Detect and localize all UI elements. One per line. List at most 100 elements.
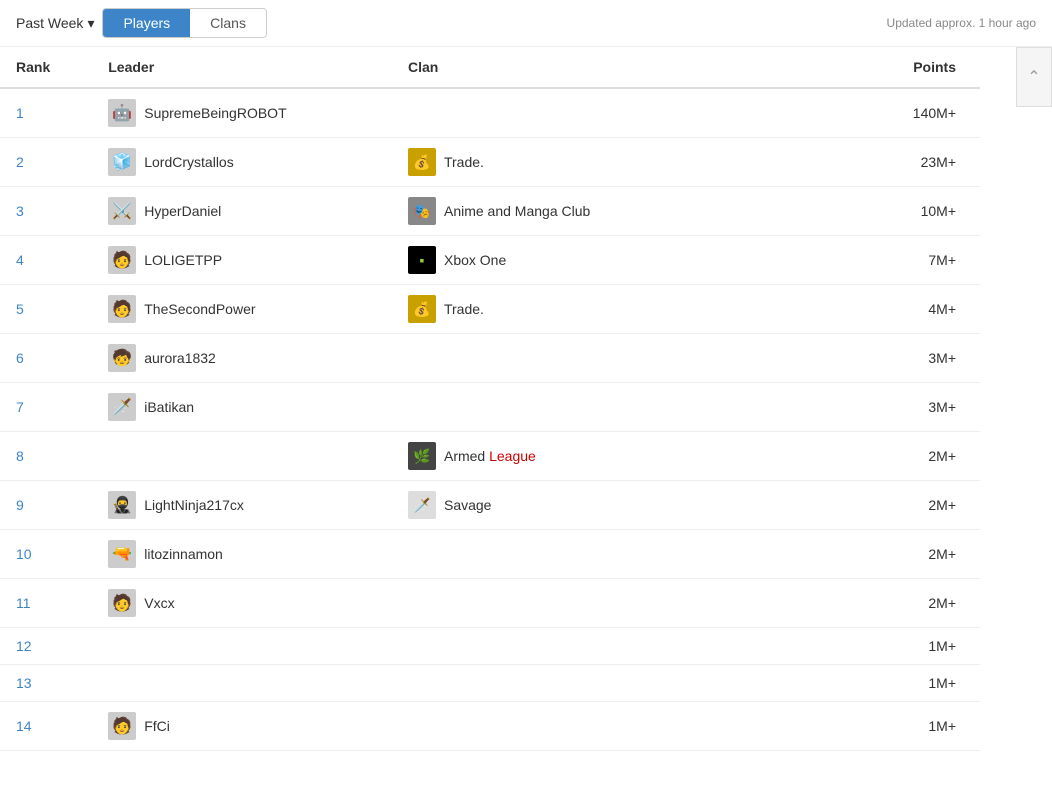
table-row: 9🥷LightNinja217cx🗡️Savage2M+ [0, 481, 980, 530]
avatar: 🧑 [108, 712, 136, 740]
table-row: 5 🧑 TheSecondPower 💰 Trade. 4M+ [0, 285, 980, 334]
avatar: 🤖 [108, 99, 136, 127]
clan-icon: 🗡️ [408, 491, 436, 519]
clan-icon: 💰 [408, 295, 436, 323]
avatar: ⚔️ [108, 197, 136, 225]
points-cell: 3M+ [830, 383, 980, 432]
period-selector[interactable]: Past Week ▾ [16, 15, 94, 32]
clan-name: Armed League [444, 448, 536, 464]
avatar: 🧑 [108, 589, 136, 617]
updated-text: Updated approx. 1 hour ago [887, 16, 1036, 30]
rank-cell: 1 [0, 88, 92, 138]
table-row: 10🔫litozinnamon2M+ [0, 530, 980, 579]
clan-cell: 💰 Trade. [392, 285, 830, 334]
leader-cell: 🧑 TheSecondPower [92, 285, 392, 334]
points-cell: 4M+ [830, 285, 980, 334]
tab-clans[interactable]: Clans [190, 9, 266, 37]
clan-cell [392, 383, 830, 432]
table-row: 1🤖SupremeBeingROBOT140M+ [0, 88, 980, 138]
tab-group: Players Clans [102, 8, 266, 38]
rank-cell: 13 [0, 665, 92, 702]
table-row: 6 🧒 aurora1832 3M+ [0, 334, 980, 383]
leader-cell: 🧑 FfCi [92, 702, 392, 751]
points-cell: 1M+ [830, 702, 980, 751]
leader-name: iBatikan [144, 399, 194, 415]
clan-icon: 💰 [408, 148, 436, 176]
clan-name: Savage [444, 497, 491, 513]
leader-name: TheSecondPower [144, 301, 255, 317]
col-clan: Clan [392, 47, 830, 88]
clan-cell [392, 665, 830, 702]
clan-name: Trade. [444, 154, 484, 170]
leader-cell: 🤖 SupremeBeingROBOT [92, 88, 392, 138]
table-body: 1🤖SupremeBeingROBOT140M+2🧊LordCrystallos… [0, 88, 980, 751]
clan-cell [392, 702, 830, 751]
leader-name: HyperDaniel [144, 203, 221, 219]
leader-cell [92, 628, 392, 665]
leader-cell: 🥷 LightNinja217cx [92, 481, 392, 530]
points-cell: 2M+ [830, 579, 980, 628]
points-cell: 1M+ [830, 628, 980, 665]
points-cell: 2M+ [830, 432, 980, 481]
leader-cell: 🧑LOLIGETPP [92, 236, 392, 285]
table-row: 7🗡️iBatikan3M+ [0, 383, 980, 432]
clan-cell: ▪ Xbox One [392, 236, 830, 285]
leader-cell: 🧊LordCrystallos [92, 138, 392, 187]
col-points: Points [830, 47, 980, 88]
top-left: Past Week ▾ Players Clans [16, 8, 267, 38]
points-cell: 7M+ [830, 236, 980, 285]
scroll-top-button[interactable]: ⌃ [1016, 47, 1052, 107]
leader-name: FfCi [144, 718, 170, 734]
tab-players[interactable]: Players [103, 9, 190, 37]
leader-name: LOLIGETPP [144, 252, 222, 268]
leader-cell [92, 665, 392, 702]
table-row: 12 1M+ [0, 628, 980, 665]
col-leader: Leader [92, 47, 392, 88]
clan-icon: 🎭 [408, 197, 436, 225]
leader-name: SupremeBeingROBOT [144, 105, 286, 121]
avatar: 🧒 [108, 344, 136, 372]
clan-name: Anime and Manga Club [444, 203, 590, 219]
table-row: 14🧑FfCi1M+ [0, 702, 980, 751]
rank-cell: 12 [0, 628, 92, 665]
clan-name: Trade. [444, 301, 484, 317]
leader-name: litozinnamon [144, 546, 223, 562]
rank-cell: 7 [0, 383, 92, 432]
leader-name: aurora1832 [144, 350, 216, 366]
rank-cell: 4 [0, 236, 92, 285]
points-cell: 10M+ [830, 187, 980, 236]
points-cell: 3M+ [830, 334, 980, 383]
leader-cell [92, 432, 392, 481]
clan-cell: 🌿 Armed League [392, 432, 830, 481]
table-container: Rank Leader Clan Points 1 🤖 SupremeBeingRO… [0, 47, 1052, 751]
rank-cell: 11 [0, 579, 92, 628]
col-rank: Rank [0, 47, 92, 88]
avatar: 🧑 [108, 295, 136, 323]
points-cell: 23M+ [830, 138, 980, 187]
rank-cell: 10 [0, 530, 92, 579]
clan-cell: 🗡️ Savage [392, 481, 830, 530]
table-row: 2🧊LordCrystallos💰Trade.23M+ [0, 138, 980, 187]
top-bar: Past Week ▾ Players Clans Updated approx… [0, 0, 1052, 47]
rank-cell: 9 [0, 481, 92, 530]
clan-cell [392, 334, 830, 383]
leader-name: LordCrystallos [144, 154, 233, 170]
clan-icon: 🌿 [408, 442, 436, 470]
leaderboard-table: Rank Leader Clan Points 1 🤖 SupremeBeingRO… [0, 47, 980, 751]
clan-cell: 🎭 Anime and Manga Club [392, 187, 830, 236]
clan-cell [392, 530, 830, 579]
rank-cell: 6 [0, 334, 92, 383]
rank-cell: 5 [0, 285, 92, 334]
chevron-down-icon: ▾ [87, 15, 94, 32]
table-row: 13 1M+ [0, 665, 980, 702]
leader-name: LightNinja217cx [144, 497, 244, 513]
leader-cell: 🧒 aurora1832 [92, 334, 392, 383]
leader-cell: ⚔️ HyperDaniel [92, 187, 392, 236]
avatar: 🥷 [108, 491, 136, 519]
avatar: 🔫 [108, 540, 136, 568]
leader-cell: 🔫 litozinnamon [92, 530, 392, 579]
clan-icon: ▪ [408, 246, 436, 274]
points-cell: 1M+ [830, 665, 980, 702]
clan-name: Xbox One [444, 252, 506, 268]
clan-cell [392, 88, 830, 138]
